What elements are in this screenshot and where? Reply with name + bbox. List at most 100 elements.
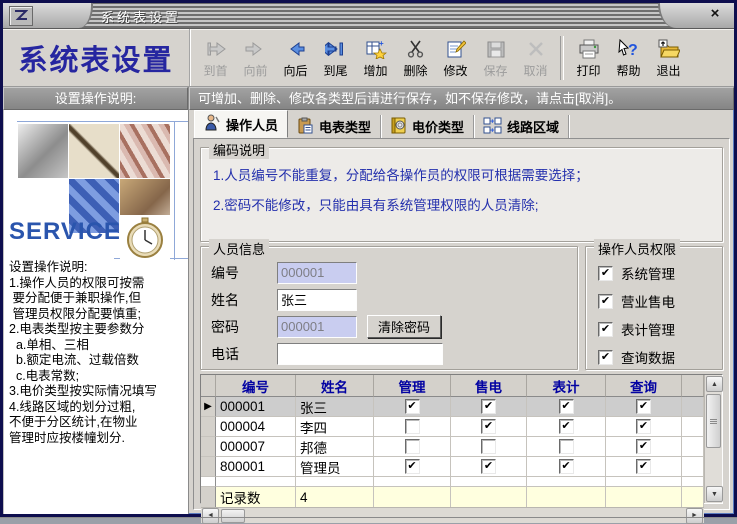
tab-电表类型[interactable]: 电表类型 xyxy=(288,115,381,138)
checkbox-icon[interactable]: ✔ xyxy=(636,399,651,414)
cell-empty xyxy=(527,477,606,487)
tab-操作人员[interactable]: 操作人员 xyxy=(194,110,288,138)
modify-button[interactable]: 修改 xyxy=(436,32,475,84)
checkbox-icon[interactable] xyxy=(559,439,574,454)
cell-id[interactable]: 000004 xyxy=(216,417,296,437)
last-button[interactable]: 到尾 xyxy=(316,32,355,84)
tab-电价类型[interactable]: 电价类型 xyxy=(381,115,474,138)
cell-check[interactable]: ✔ xyxy=(374,397,451,417)
row-selector[interactable] xyxy=(201,457,216,477)
exit-button[interactable]: 退出 xyxy=(649,32,688,84)
cell-check[interactable]: ✔ xyxy=(451,417,527,437)
permission-系统管理[interactable]: ✔系统管理 xyxy=(598,259,712,287)
checkbox-icon[interactable]: ✔ xyxy=(559,459,574,474)
grid-column-姓名[interactable]: 姓名 xyxy=(296,375,374,397)
cell-check[interactable]: ✔ xyxy=(374,457,451,477)
close-icon[interactable]: × xyxy=(706,5,724,23)
cell-name[interactable]: 张三 xyxy=(296,397,374,417)
permissions-group: 操作人员权限 ✔系统管理✔营业售电✔表计管理✔查询数据 xyxy=(585,246,723,370)
checkbox-icon[interactable]: ✔ xyxy=(481,459,496,474)
row-selector[interactable] xyxy=(201,417,216,437)
vertical-scroll-thumb[interactable] xyxy=(706,394,721,448)
table-row[interactable]: 000007邦德 ✔ xyxy=(201,437,704,457)
help-button[interactable]: ?帮助 xyxy=(609,32,648,84)
cell-id[interactable]: 000001 xyxy=(216,397,296,417)
checkbox-icon[interactable]: ✔ xyxy=(598,266,613,281)
cell-check[interactable]: ✔ xyxy=(527,397,606,417)
cell-check[interactable]: ✔ xyxy=(606,417,682,437)
checkbox-icon[interactable]: ✔ xyxy=(598,294,613,309)
cell-check[interactable]: ✔ xyxy=(527,417,606,437)
horizontal-scroll-thumb[interactable] xyxy=(221,509,245,523)
checkbox-icon[interactable]: ✔ xyxy=(405,399,420,414)
cell-check[interactable]: ✔ xyxy=(527,457,606,477)
grid-column-售电[interactable]: 售电 xyxy=(451,375,527,397)
vertical-scrollbar[interactable]: ▲ ▼ xyxy=(704,375,722,503)
checkbox-icon[interactable]: ✔ xyxy=(559,419,574,434)
row-selector[interactable] xyxy=(201,437,216,457)
cell-check[interactable] xyxy=(527,437,606,457)
add-button[interactable]: +增加 xyxy=(356,32,395,84)
delete-button[interactable]: 删除 xyxy=(396,32,435,84)
permission-查询数据[interactable]: ✔查询数据 xyxy=(598,343,712,371)
scroll-down-icon[interactable]: ▼ xyxy=(706,486,723,502)
checkbox-icon[interactable]: ✔ xyxy=(598,350,613,365)
instruction-line: a.单相、三相 xyxy=(9,338,186,354)
电话-field[interactable] xyxy=(277,343,443,365)
row-selector[interactable]: ▶ xyxy=(201,397,216,417)
permission-表计管理[interactable]: ✔表计管理 xyxy=(598,315,712,343)
print-button-label: 打印 xyxy=(576,62,600,79)
scroll-left-icon[interactable]: ◄ xyxy=(202,508,219,524)
checkbox-icon[interactable] xyxy=(405,439,420,454)
cell-name[interactable]: 管理员 xyxy=(296,457,374,477)
print-button[interactable]: 打印 xyxy=(569,32,608,84)
table-row[interactable]: ▶000001张三 ✔ ✔ ✔ ✔ xyxy=(201,397,704,417)
checkbox-icon[interactable]: ✔ xyxy=(636,419,651,434)
grid-column-编号[interactable]: 编号 xyxy=(216,375,296,397)
checkbox-icon[interactable] xyxy=(481,439,496,454)
permission-营业售电[interactable]: ✔营业售电 xyxy=(598,287,712,315)
checkbox-icon[interactable]: ✔ xyxy=(598,322,613,337)
cell-check[interactable]: ✔ xyxy=(606,397,682,417)
密码-field[interactable] xyxy=(277,316,357,338)
cell-check[interactable] xyxy=(374,417,451,437)
编号-field[interactable] xyxy=(277,262,357,284)
step-last-icon xyxy=(325,37,347,61)
photo-pen xyxy=(69,124,119,178)
cell-check[interactable]: ✔ xyxy=(451,397,527,417)
coding-note-line: 1.人员编号不能重复，分配给各操作员的权限可根据需要选择； xyxy=(213,161,712,191)
next-button[interactable]: 向后 xyxy=(276,32,315,84)
scroll-right-icon[interactable]: ► xyxy=(686,508,703,524)
tab-label: 电价类型 xyxy=(412,117,464,136)
horizontal-scrollbar[interactable]: ◄ ► xyxy=(201,507,704,523)
cell-check[interactable]: ✔ xyxy=(451,457,527,477)
checkbox-icon[interactable]: ✔ xyxy=(559,399,574,414)
title-bar: 系统表设置 × xyxy=(3,3,734,29)
grid-column-表计[interactable]: 表计 xyxy=(527,375,606,397)
cell-name[interactable]: 李四 xyxy=(296,417,374,437)
footer-filler xyxy=(606,487,682,507)
price-type-icon xyxy=(390,117,407,137)
tab-线路区域[interactable]: ++线路区域 xyxy=(474,115,569,138)
checkbox-icon[interactable] xyxy=(405,419,420,434)
checkbox-icon[interactable]: ✔ xyxy=(636,439,651,454)
checkbox-icon[interactable]: ✔ xyxy=(481,399,496,414)
grid-column-管理[interactable]: 管理 xyxy=(374,375,451,397)
table-row[interactable]: 000004李四 ✔ ✔ ✔ xyxy=(201,417,704,437)
scroll-up-icon[interactable]: ▲ xyxy=(706,376,723,392)
checkbox-icon[interactable]: ✔ xyxy=(636,459,651,474)
cell-check[interactable]: ✔ xyxy=(606,437,682,457)
checkbox-icon[interactable]: ✔ xyxy=(481,419,496,434)
cell-id[interactable]: 000007 xyxy=(216,437,296,457)
cell-check[interactable] xyxy=(374,437,451,457)
svg-text:+: + xyxy=(379,39,384,48)
table-row[interactable]: 800001管理员 ✔ ✔ ✔ ✔ xyxy=(201,457,704,477)
cell-check[interactable] xyxy=(451,437,527,457)
grid-column-查询[interactable]: 查询 xyxy=(606,375,682,397)
cell-check[interactable]: ✔ xyxy=(606,457,682,477)
cell-name[interactable]: 邦德 xyxy=(296,437,374,457)
clear-password-button[interactable]: 清除密码 xyxy=(367,315,441,338)
cell-id[interactable]: 800001 xyxy=(216,457,296,477)
姓名-field[interactable] xyxy=(277,289,357,311)
checkbox-icon[interactable]: ✔ xyxy=(405,459,420,474)
